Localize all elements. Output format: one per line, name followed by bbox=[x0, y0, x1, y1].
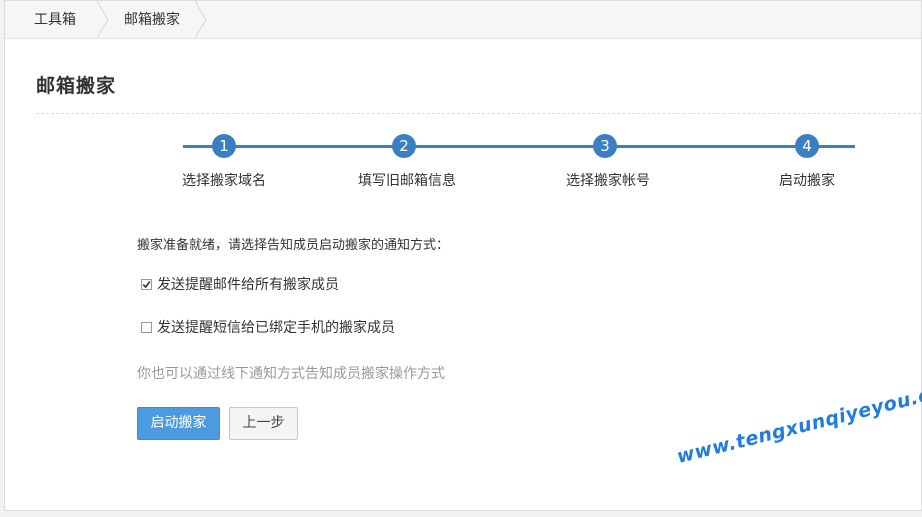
checkmark-icon bbox=[142, 280, 151, 288]
step-3-label: 选择搬家帐号 bbox=[566, 173, 650, 189]
sms-option-label: 发送提醒短信给已绑定手机的搬家成员 bbox=[157, 320, 395, 336]
step-4-label: 启动搬家 bbox=[779, 173, 835, 189]
step-1-circle: 1 bbox=[212, 134, 236, 158]
step-4-circle: 4 bbox=[795, 134, 819, 158]
previous-step-button[interactable]: 上一步 bbox=[229, 407, 298, 440]
step-2-circle: 2 bbox=[392, 134, 416, 158]
step-1-label: 选择搬家域名 bbox=[182, 173, 266, 189]
notify-sms-option[interactable]: 发送提醒短信给已绑定手机的搬家成员 bbox=[141, 319, 395, 336]
notify-email-option[interactable]: 发送提醒邮件给所有搬家成员 bbox=[141, 276, 339, 293]
email-checkbox[interactable] bbox=[141, 278, 152, 290]
notification-prompt: 搬家准备就绪，请选择告知成员启动搬家的通知方式： bbox=[137, 238, 450, 253]
step-2-label: 填写旧邮箱信息 bbox=[358, 173, 456, 189]
offline-hint: 你也可以通过线下通知方式告知成员搬家操作方式 bbox=[137, 366, 445, 382]
sms-checkbox[interactable] bbox=[141, 321, 152, 333]
progress-steps: 1 2 3 4 选择搬家域名 填写旧邮箱信息 选择搬家帐号 启动搬家 bbox=[5, 1, 921, 201]
email-option-label: 发送提醒邮件给所有搬家成员 bbox=[157, 277, 339, 293]
progress-line bbox=[183, 145, 855, 148]
step-3-circle: 3 bbox=[593, 134, 617, 158]
start-migration-button[interactable]: 启动搬家 bbox=[137, 407, 220, 440]
